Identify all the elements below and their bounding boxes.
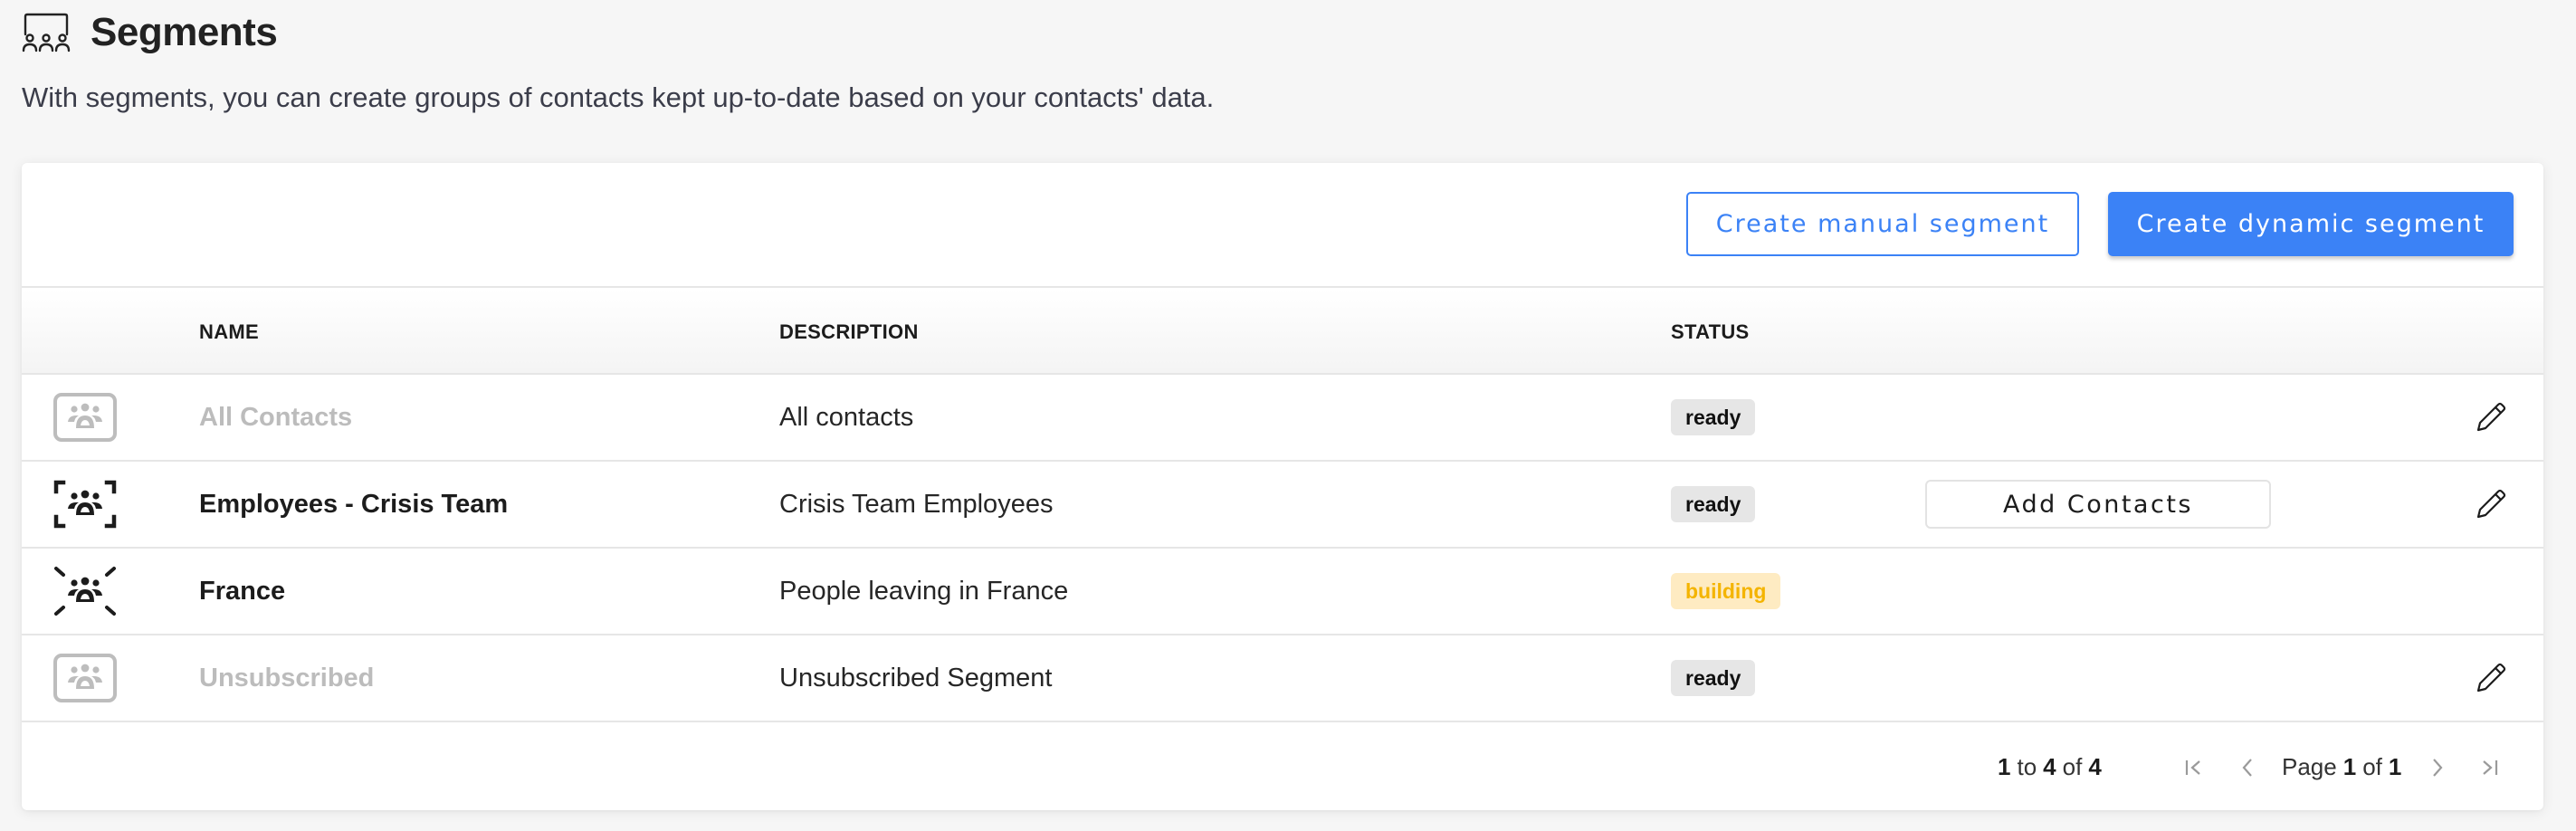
- segments-card: Create manual segment Create dynamic seg…: [22, 163, 2543, 810]
- segment-description: All contacts: [779, 402, 914, 432]
- next-page-button[interactable]: [2425, 724, 2450, 810]
- page-header: Segments: [22, 9, 278, 56]
- table-row[interactable]: Unsubscribed Unsubscribed Segment ready: [22, 635, 2543, 722]
- contacts-focus-icon: [52, 462, 118, 547]
- page-word: Page: [2282, 753, 2337, 780]
- contacts-dynamic-icon: [52, 549, 118, 634]
- column-header-name[interactable]: NAME: [199, 290, 259, 375]
- segment-name[interactable]: All Contacts: [199, 375, 352, 460]
- table-row[interactable]: Employees - Crisis Team Crisis Team Empl…: [22, 462, 2543, 549]
- page-subtitle: With segments, you can create groups of …: [22, 81, 1215, 113]
- range-of-word: of: [2062, 753, 2083, 780]
- last-page-icon: [2483, 759, 2498, 775]
- page-of-word: of: [2362, 753, 2382, 780]
- create-manual-segment-button[interactable]: Create manual segment: [1686, 192, 2079, 256]
- page-count: 1: [2388, 753, 2402, 780]
- segments-icon: [22, 13, 71, 53]
- edit-button[interactable]: [2471, 462, 2511, 547]
- pencil-icon: [2476, 402, 2506, 432]
- last-page-button[interactable]: [2476, 724, 2502, 810]
- chevron-left-icon: [2242, 758, 2252, 777]
- segment-description: Unsubscribed Segment: [779, 663, 1053, 692]
- status-cell: ready: [1671, 375, 1756, 460]
- pagination: 1 to 4 of 4 Page 1 of 1: [22, 724, 2543, 810]
- first-page-button[interactable]: [2181, 724, 2207, 810]
- page-indicator: Page 1 of 1: [2282, 724, 2401, 810]
- table-header: NAME DESCRIPTION STATUS: [22, 290, 2543, 375]
- status-badge: ready: [1671, 660, 1756, 696]
- contacts-framed-icon: [52, 375, 118, 460]
- status-cell: ready: [1671, 462, 1756, 547]
- page-title: Segments: [91, 10, 278, 54]
- status-cell: ready: [1671, 635, 1756, 721]
- pencil-icon: [2476, 663, 2506, 692]
- segment-name[interactable]: Employees - Crisis Team: [199, 462, 508, 547]
- table-row[interactable]: All Contacts All contacts ready: [22, 375, 2543, 462]
- previous-page-button[interactable]: [2235, 724, 2260, 810]
- segment-description: Crisis Team Employees: [779, 489, 1054, 519]
- create-dynamic-segment-button[interactable]: Create dynamic segment: [2108, 192, 2514, 256]
- segment-name[interactable]: France: [199, 549, 285, 634]
- table-row[interactable]: France People leaving in France building: [22, 549, 2543, 635]
- range-to-word: to: [2017, 753, 2037, 780]
- column-header-description[interactable]: DESCRIPTION: [779, 290, 919, 375]
- first-page-icon: [2185, 759, 2200, 775]
- pencil-icon: [2476, 489, 2506, 519]
- current-page: 1: [2342, 753, 2357, 780]
- status-cell: building: [1671, 549, 1781, 634]
- edit-button[interactable]: [2471, 375, 2511, 460]
- chevron-right-icon: [2433, 758, 2443, 777]
- range-from: 1: [1998, 753, 2011, 780]
- edit-button[interactable]: [2471, 635, 2511, 721]
- range-total: 4: [2088, 753, 2102, 780]
- toolbar: Create manual segment Create dynamic seg…: [22, 163, 2543, 288]
- status-badge: ready: [1671, 486, 1756, 522]
- add-contacts-cell: Add Contacts: [1925, 462, 2271, 547]
- contacts-framed-icon: [52, 635, 118, 721]
- status-badge: building: [1671, 573, 1781, 609]
- status-badge: ready: [1671, 399, 1756, 435]
- column-header-status[interactable]: STATUS: [1671, 290, 1750, 375]
- add-contacts-button[interactable]: Add Contacts: [1925, 480, 2271, 529]
- segment-name[interactable]: Unsubscribed: [199, 635, 374, 721]
- range-to: 4: [2043, 753, 2056, 780]
- segment-description: People leaving in France: [779, 576, 1069, 606]
- pagination-range: 1 to 4 of 4: [1998, 724, 2102, 810]
